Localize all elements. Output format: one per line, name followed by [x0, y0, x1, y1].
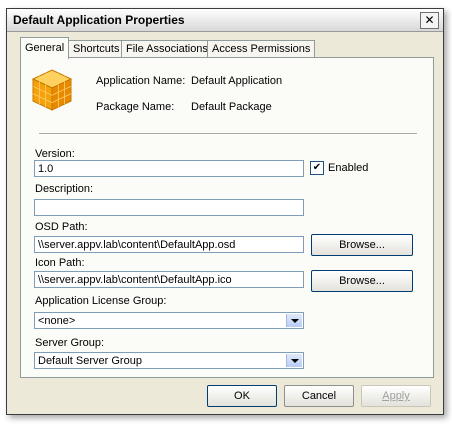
app-name-label: Application Name: — [96, 75, 186, 87]
icon-path-input[interactable]: \\server.appv.lab\content\DefaultApp.ico — [34, 271, 304, 288]
enabled-checkbox[interactable]: ✔ — [310, 161, 324, 175]
server-group-select[interactable]: Default Server Group — [34, 352, 304, 369]
tab-general[interactable]: General — [20, 37, 70, 59]
version-label: Version: — [35, 148, 75, 160]
tab-general-label: General — [25, 42, 65, 54]
ok-button[interactable]: OK — [207, 385, 277, 407]
osd-path-input[interactable]: \\server.appv.lab\content\DefaultApp.osd — [34, 236, 304, 253]
chevron-down-icon[interactable] — [286, 354, 302, 367]
license-group-label: Application License Group: — [35, 295, 167, 307]
tab-access-permissions[interactable]: Access Permissions — [207, 40, 316, 58]
apply-button-label: Apply — [382, 390, 410, 402]
package-name-value: Default Package — [191, 101, 272, 113]
license-group-select[interactable]: <none> — [34, 312, 304, 329]
apply-button[interactable]: Apply — [361, 385, 431, 407]
separator — [39, 133, 417, 135]
close-button[interactable]: ✕ — [420, 12, 439, 29]
description-label: Description: — [35, 183, 94, 195]
tab-file-associations[interactable]: File Associations — [121, 40, 213, 58]
enabled-label: Enabled — [328, 162, 369, 174]
general-panel: Application Name: Default Application Pa… — [20, 57, 434, 378]
checkmark-icon: ✔ — [312, 162, 322, 173]
window-title: Default Application Properties — [13, 13, 185, 27]
tab-shortcuts[interactable]: Shortcuts — [68, 40, 125, 58]
package-cube-icon — [31, 69, 73, 111]
osd-path-label: OSD Path: — [35, 221, 88, 233]
osd-browse-button[interactable]: Browse... — [311, 234, 413, 256]
app-name-value: Default Application — [191, 75, 283, 87]
tab-access-permissions-label: Access Permissions — [212, 43, 311, 55]
cancel-button[interactable]: Cancel — [284, 385, 354, 407]
server-group-label: Server Group: — [35, 337, 105, 349]
tab-file-associations-label: File Associations — [126, 43, 208, 55]
version-input[interactable]: 1.0 — [34, 160, 304, 177]
icon-browse-button[interactable]: Browse... — [311, 270, 413, 292]
properties-dialog: Default Application Properties ✕ General… — [6, 8, 444, 415]
server-group-value: Default Server Group — [38, 355, 142, 367]
icon-path-label: Icon Path: — [35, 257, 85, 269]
package-name-label: Package Name: — [96, 101, 175, 113]
tab-shortcuts-label: Shortcuts — [73, 43, 120, 55]
description-input[interactable] — [34, 199, 304, 216]
license-group-value: <none> — [38, 315, 76, 327]
chevron-down-icon[interactable] — [286, 314, 302, 327]
close-icon: ✕ — [424, 13, 435, 27]
title-bar[interactable]: Default Application Properties ✕ — [7, 9, 443, 32]
